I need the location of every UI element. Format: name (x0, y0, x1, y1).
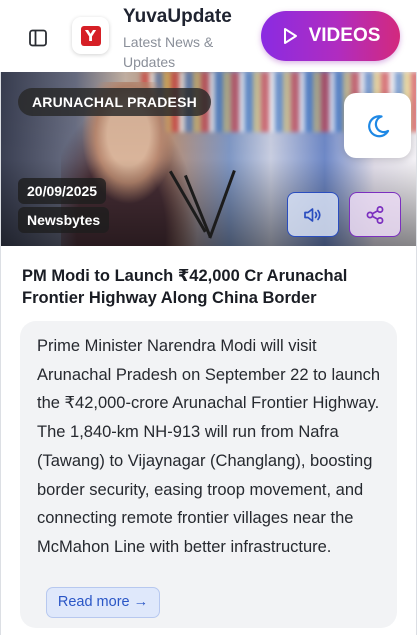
article-hero-image: ARUNACHAL PRADESH 20/09/2025 Newsbytes (1, 72, 416, 246)
brand-tagline: Latest News & Updates (123, 34, 214, 70)
date-badge: 20/09/2025 (18, 178, 107, 204)
app-header: Y YuvaUpdate Latest News & Updates VIDEO… (0, 0, 417, 72)
videos-button-label: VIDEOS (308, 25, 381, 46)
theme-toggle-button[interactable] (344, 93, 411, 158)
speaker-icon (304, 207, 321, 222)
share-button[interactable] (349, 192, 401, 237)
listen-button[interactable] (287, 192, 339, 237)
article-headline[interactable]: PM Modi to Launch ₹42,000 Cr Arunachal F… (22, 265, 402, 309)
share-icon (366, 205, 384, 224)
source-badge: Newsbytes (18, 207, 110, 233)
brand-name: YuvaUpdate (123, 6, 232, 27)
sidebar-toggle-button[interactable] (22, 22, 54, 54)
article-summary: Prime Minister Narendra Modi will visit … (37, 337, 381, 556)
news-card: ARUNACHAL PRADESH 20/09/2025 Newsbytes P… (0, 72, 417, 635)
videos-button[interactable]: VIDEOS (261, 11, 400, 61)
sidebar-toggle-icon (29, 29, 47, 47)
logo-letter: Y (80, 25, 101, 46)
app-logo[interactable]: Y (72, 17, 109, 54)
moon-icon (367, 114, 389, 137)
read-more-button[interactable]: Read more → (46, 587, 160, 618)
play-icon (283, 28, 297, 44)
article-summary-box: Prime Minister Narendra Modi will visit … (20, 321, 397, 628)
category-badge: ARUNACHAL PRADESH (18, 88, 211, 116)
